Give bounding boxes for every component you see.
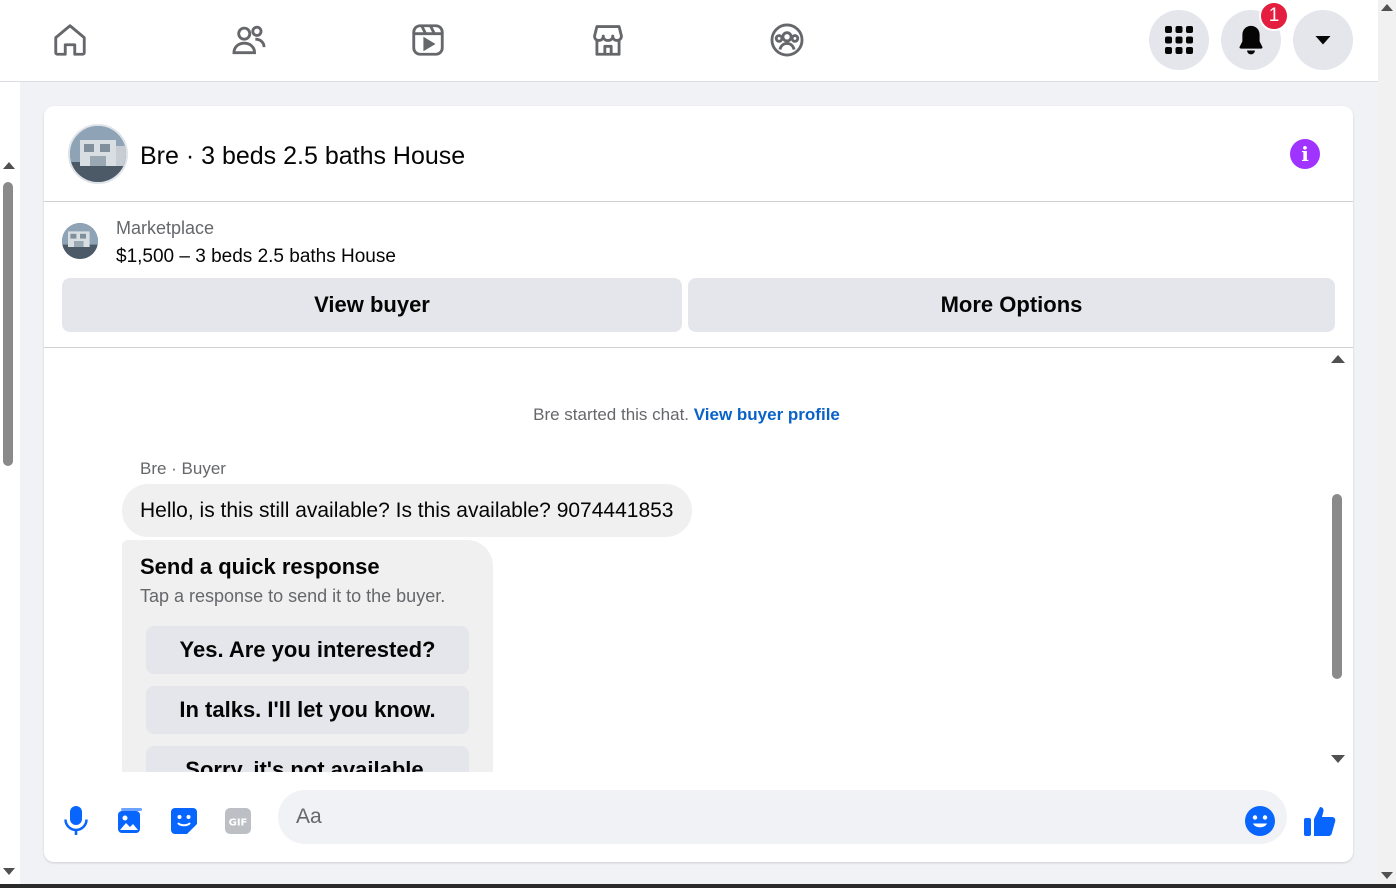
house-photo-icon — [62, 223, 98, 259]
window-scroll-down-icon[interactable] — [1381, 872, 1393, 879]
marketplace-icon[interactable] — [586, 18, 630, 62]
menu-grid-icon — [1165, 26, 1193, 54]
message-scroll-up-icon[interactable] — [1331, 355, 1345, 363]
view-buyer-profile-link[interactable]: View buyer profile — [694, 405, 840, 424]
notifications-button[interactable]: 1 — [1221, 1, 1289, 70]
quick-response-title: Send a quick response — [140, 554, 380, 579]
home-icon[interactable] — [48, 18, 92, 62]
message-text: Hello, is this still available? Is this … — [140, 498, 674, 522]
message-scrollbar[interactable] — [1327, 349, 1347, 772]
quick-response-option[interactable]: In talks. I'll let you know. — [146, 686, 469, 734]
listing-source: Marketplace — [116, 218, 215, 238]
more-options-button[interactable]: More Options — [688, 278, 1335, 332]
microphone-icon[interactable] — [56, 801, 96, 841]
quick-response-panel: Send a quick response Tap a response to … — [122, 540, 493, 772]
quick-response-option[interactable]: Yes. Are you interested? — [146, 626, 469, 674]
scroll-up-arrow-icon[interactable] — [3, 162, 15, 169]
groups-icon[interactable] — [765, 18, 809, 62]
chevron-down-icon — [1315, 36, 1331, 45]
avatar[interactable] — [68, 124, 128, 184]
message-bubble[interactable]: Hello, is this still available? Is this … — [122, 484, 692, 537]
photo-icon[interactable] — [110, 801, 150, 841]
message-input[interactable] — [278, 790, 1287, 844]
top-navigation: 1 — [0, 0, 1378, 82]
chat-title: Bre · 3 beds 2.5 baths House — [140, 142, 466, 170]
sticker-icon[interactable] — [164, 801, 204, 841]
chat-started-notice: Bre started this chat. View buyer profil… — [44, 405, 1329, 425]
listing-summary: Marketplace $1,500 – 3 beds 2.5 baths Ho… — [44, 203, 1353, 348]
message-scroll-down-icon[interactable] — [1331, 755, 1345, 763]
chat-window: Bre · 3 beds 2.5 baths House i Marketpla… — [44, 106, 1353, 862]
taskbar-edge — [0, 884, 1396, 888]
house-photo-icon — [70, 126, 126, 182]
menu-grid-button[interactable] — [1149, 10, 1209, 70]
quick-response-option[interactable]: Sorry, it's not available. — [146, 746, 469, 772]
left-panel-scrollbar[interactable] — [0, 82, 20, 888]
like-thumbs-up-icon[interactable] — [1300, 801, 1340, 841]
window-scroll-up-icon[interactable] — [1381, 4, 1393, 11]
info-icon[interactable]: i — [1290, 139, 1320, 169]
video-icon[interactable] — [406, 18, 450, 62]
account-button[interactable] — [1293, 10, 1353, 70]
emoji-icon[interactable] — [1240, 801, 1280, 841]
svg-text:GIF: GIF — [229, 818, 248, 829]
left-scrollbar-thumb[interactable] — [3, 182, 13, 466]
friends-icon[interactable] — [227, 18, 271, 62]
bell-icon — [1239, 25, 1263, 55]
listing-thumbnail[interactable] — [62, 223, 98, 259]
view-buyer-button[interactable]: View buyer — [62, 278, 682, 332]
message-list[interactable]: Bre started this chat. View buyer profil… — [44, 349, 1353, 772]
chat-started-text: Bre started this chat. — [533, 405, 690, 424]
message-sender: Bre · Buyer — [140, 459, 226, 478]
window-scrollbar[interactable] — [1378, 0, 1396, 888]
chat-header: Bre · 3 beds 2.5 baths House i — [44, 106, 1353, 202]
gif-icon[interactable]: GIF — [218, 801, 258, 841]
listing-title[interactable]: $1,500 – 3 beds 2.5 baths House — [116, 246, 396, 268]
message-composer: GIF — [44, 782, 1353, 862]
scroll-down-arrow-icon[interactable] — [3, 868, 15, 875]
notification-badge: 1 — [1259, 1, 1289, 31]
quick-response-subtitle: Tap a response to send it to the buyer. — [140, 586, 446, 606]
message-scrollbar-thumb[interactable] — [1332, 494, 1342, 679]
